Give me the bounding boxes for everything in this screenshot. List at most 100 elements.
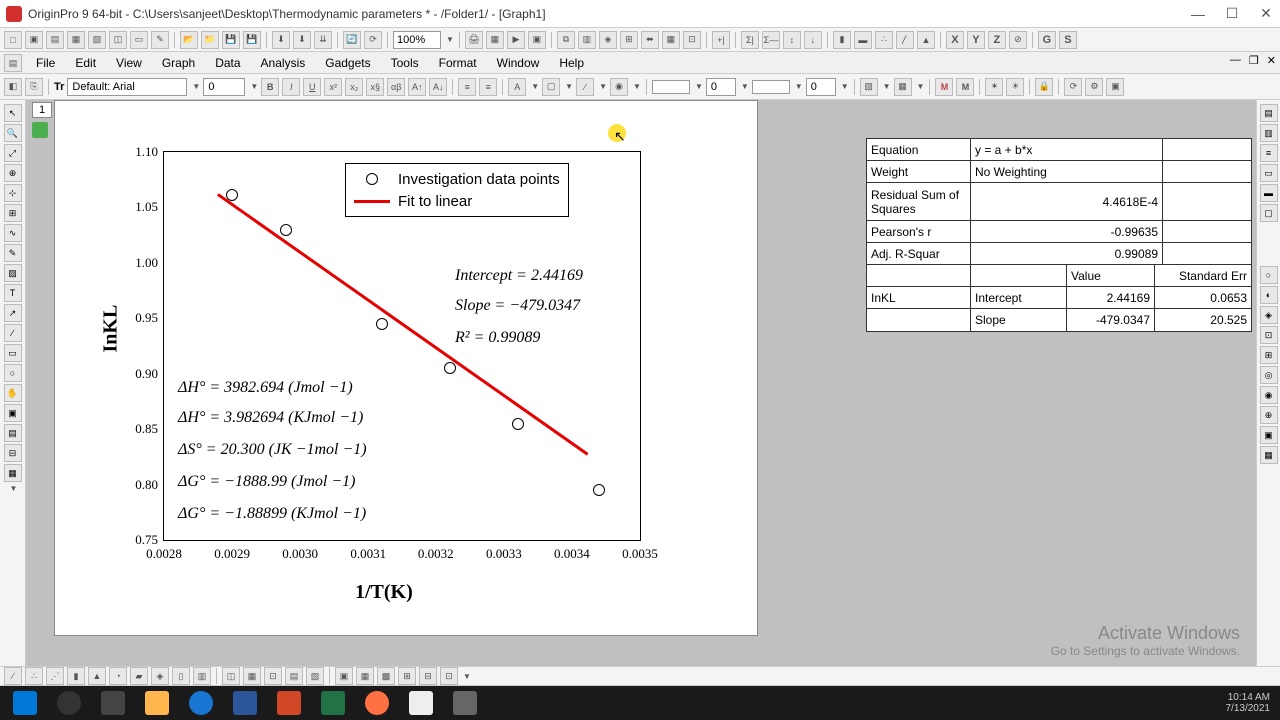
project-explorer-toggle[interactable]: ▤ xyxy=(1260,104,1278,122)
batch-button[interactable]: ⇊ xyxy=(314,31,332,49)
line-tool[interactable]: ∕ xyxy=(4,324,22,342)
plot-more-dropdown[interactable]: ▼ xyxy=(463,672,471,681)
theme-button[interactable]: ◧ xyxy=(4,78,22,96)
r2-annotation[interactable]: R² = 0.99089 xyxy=(455,329,540,347)
template-3[interactable]: ▩ xyxy=(377,667,395,685)
roi-tool[interactable]: ▣ xyxy=(4,404,22,422)
tools-5[interactable]: ⊞ xyxy=(1260,346,1278,364)
print-preview-button[interactable]: ▦ xyxy=(486,31,504,49)
add-layer-button[interactable]: ⊞ xyxy=(620,31,638,49)
data-point[interactable] xyxy=(376,318,388,330)
stats-row-button[interactable]: Σ— xyxy=(762,31,780,49)
pattern-button[interactable]: ▨ xyxy=(860,78,878,96)
size-dropdown-icon[interactable]: ▼ xyxy=(250,82,258,91)
mask-m-button[interactable]: M xyxy=(935,78,953,96)
s-icon[interactable]: S xyxy=(1059,31,1077,49)
pie-plot-button[interactable]: ◔ xyxy=(109,667,127,685)
stats-col-button[interactable]: Σ| xyxy=(741,31,759,49)
excel-button[interactable] xyxy=(312,688,354,718)
mdi-minimize-button[interactable]: — xyxy=(1230,54,1241,67)
data-selector-tool[interactable]: ∿ xyxy=(4,224,22,242)
border-style-dropdown[interactable]: ▼ xyxy=(795,82,803,91)
new-folder-button[interactable]: ▣ xyxy=(25,31,43,49)
dS-annotation[interactable]: ΔS° = 20.300 (JK −1mol −1) xyxy=(178,441,367,459)
legend[interactable]: Investigation data points Fit to linear xyxy=(345,163,569,217)
box-plot-button[interactable]: ▯ xyxy=(172,667,190,685)
search-button[interactable] xyxy=(48,688,90,718)
reader-tool[interactable]: ⊹ xyxy=(4,184,22,202)
lock-button[interactable]: 🔒 xyxy=(1035,78,1053,96)
system-tray[interactable]: 10:14 AM 7/13/2021 xyxy=(1226,692,1277,714)
annotation-tool[interactable]: ▤ xyxy=(4,424,22,442)
sort-button[interactable]: ↕ xyxy=(783,31,801,49)
grid-button[interactable]: ▦ xyxy=(894,78,912,96)
new-notes-button[interactable]: ✎ xyxy=(151,31,169,49)
zoom-out-tool[interactable]: ⤢ xyxy=(4,144,22,162)
close-button[interactable]: ✕ xyxy=(1258,6,1274,22)
italic-button[interactable]: I xyxy=(282,78,300,96)
tools-4[interactable]: ⊡ xyxy=(1260,326,1278,344)
merge-button[interactable]: ▦ xyxy=(662,31,680,49)
dH-J-annotation[interactable]: ΔH° = 3982.694 (Jmol −1) xyxy=(178,379,353,397)
pan-tool[interactable]: ⊕ xyxy=(4,164,22,182)
slideshow-button[interactable]: ▶ xyxy=(507,31,525,49)
menu-analysis[interactable]: Analysis xyxy=(251,52,316,73)
menu-tools[interactable]: Tools xyxy=(381,52,429,73)
3d-waterfall-button[interactable]: ▤ xyxy=(285,667,303,685)
project-explorer-button[interactable]: ▤ xyxy=(4,54,22,72)
new-layout-button[interactable]: ▭ xyxy=(130,31,148,49)
underline-button[interactable]: U xyxy=(303,78,321,96)
menu-help[interactable]: Help xyxy=(549,52,594,73)
3d-scatter-button[interactable]: ⊡ xyxy=(264,667,282,685)
border-style-select[interactable] xyxy=(752,80,790,94)
open-template-button[interactable]: 📁 xyxy=(201,31,219,49)
3d-wire-button[interactable]: ▧ xyxy=(306,667,324,685)
line-width-dropdown[interactable]: ▼ xyxy=(741,82,749,91)
layer-number[interactable]: 1 xyxy=(32,102,52,118)
task-view-button[interactable] xyxy=(92,688,134,718)
new-workbook-button[interactable]: ▤ xyxy=(46,31,64,49)
print-button[interactable]: 🖨 xyxy=(465,31,483,49)
data-point[interactable] xyxy=(593,484,605,496)
text-tool[interactable]: T xyxy=(4,284,22,302)
open-button[interactable]: 📂 xyxy=(180,31,198,49)
antialias2-button[interactable]: ☀ xyxy=(1006,78,1024,96)
mdi-close-button[interactable]: ✕ xyxy=(1267,54,1276,67)
misc-tool[interactable]: ▦ xyxy=(4,464,22,482)
new-graph-button[interactable]: ◫ xyxy=(109,31,127,49)
add-col-button[interactable]: +| xyxy=(712,31,730,49)
x-icon[interactable]: X xyxy=(946,31,964,49)
duplicate-button[interactable]: ⧉ xyxy=(557,31,575,49)
bold-button[interactable]: B xyxy=(261,78,279,96)
symbol-color-button[interactable]: ◉ xyxy=(610,78,628,96)
line-plot-button[interactable]: ∕ xyxy=(4,667,22,685)
pattern-dropdown[interactable]: ▼ xyxy=(883,82,891,91)
code-builder-button[interactable]: ▣ xyxy=(1106,78,1124,96)
g-icon[interactable]: G xyxy=(1038,31,1056,49)
save-template-button[interactable]: 💾 xyxy=(243,31,261,49)
quick-help-toggle[interactable]: ≡ xyxy=(1260,144,1278,162)
pointer-tool[interactable]: ↖ xyxy=(4,104,22,122)
template-2[interactable]: ▦ xyxy=(356,667,374,685)
data-point[interactable] xyxy=(280,224,292,236)
data-point[interactable] xyxy=(444,362,456,374)
start-button[interactable] xyxy=(4,688,46,718)
menu-file[interactable]: File xyxy=(26,52,65,73)
edge-button[interactable] xyxy=(180,688,222,718)
recalculate-button[interactable]: ⟳ xyxy=(364,31,382,49)
border-width-dropdown[interactable]: ▼ xyxy=(841,82,849,91)
import-multi-button[interactable]: ⬇ xyxy=(293,31,311,49)
fill-area-button[interactable]: ▰ xyxy=(130,667,148,685)
smart-hint-toggle[interactable]: ▬ xyxy=(1260,184,1278,202)
arrow-tool[interactable]: ↗ xyxy=(4,304,22,322)
line-color-dropdown[interactable]: ▼ xyxy=(599,82,607,91)
template-5[interactable]: ⊟ xyxy=(419,667,437,685)
menu-window[interactable]: Window xyxy=(487,52,550,73)
line-width-select[interactable]: 0 xyxy=(706,78,736,96)
draw-data-tool[interactable]: ✎ xyxy=(4,244,22,262)
screen-reader-tool[interactable]: ⊞ xyxy=(4,204,22,222)
photos-button[interactable] xyxy=(444,688,486,718)
scale-tool[interactable]: ⊟ xyxy=(4,444,22,462)
decrease-font-button[interactable]: A↓ xyxy=(429,78,447,96)
histogram-button[interactable]: ▥ xyxy=(193,667,211,685)
